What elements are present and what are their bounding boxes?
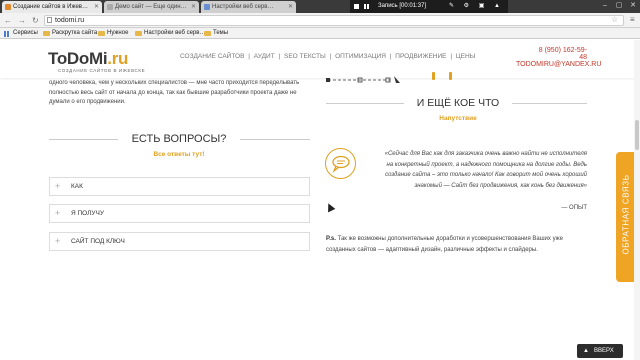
more-heading: И ЕЩЁ КОЕ ЧТО bbox=[416, 97, 500, 109]
folder-icon bbox=[98, 31, 105, 36]
recording-label: Запись [00:01:37] bbox=[378, 3, 427, 9]
scrollbar[interactable] bbox=[634, 40, 640, 360]
menu-icon[interactable]: ≡ bbox=[630, 15, 635, 24]
maximize-icon[interactable]: ▢ bbox=[612, 0, 626, 12]
quote-author: — ОПЫТ bbox=[561, 205, 587, 211]
divider bbox=[326, 103, 404, 104]
bookmark-label: Сервисы bbox=[13, 30, 38, 36]
logo-main: ToDoMi bbox=[48, 49, 108, 68]
bookmark-label: Темы bbox=[213, 30, 229, 36]
site-favicon-icon bbox=[5, 4, 11, 10]
close-tab-icon[interactable]: ✕ bbox=[94, 1, 99, 13]
nav-item-audit[interactable]: АУДИТ bbox=[254, 53, 275, 60]
mouse-cursor-icon bbox=[324, 201, 336, 213]
nav-separator: | bbox=[387, 53, 394, 60]
close-tab-icon[interactable]: ✕ bbox=[191, 1, 196, 13]
nav-item-optimization[interactable]: ОПТИМИЗАЦИЯ bbox=[335, 53, 386, 60]
tab-settings[interactable]: Настройки веб серв… ✕ bbox=[201, 1, 296, 13]
decor-bar-icon bbox=[432, 72, 435, 80]
accordion-label: Я ПОЛУЧУ bbox=[71, 210, 105, 217]
ps-text: Так же возможны дополнительные доработки… bbox=[326, 236, 563, 253]
nav-separator: | bbox=[276, 53, 282, 60]
plus-icon: + bbox=[55, 181, 61, 191]
contact-phone[interactable]: 8 (950) 162-59-48 bbox=[532, 47, 587, 61]
bookmark-star-icon[interactable]: ☆ bbox=[611, 15, 618, 24]
ps-note: P.s. Так же возможны дополнительные дора… bbox=[326, 234, 587, 255]
recording-bar: Запись [00:01:37] ✎ ⚙ ▣ ▲ bbox=[350, 0, 508, 13]
arrow-up-icon: ▲ bbox=[583, 348, 589, 354]
bookmark-promotion[interactable]: Раскрутка сайта bbox=[43, 28, 97, 39]
minimize-icon[interactable]: – bbox=[598, 0, 612, 12]
divider bbox=[240, 139, 310, 140]
scroll-top-label: ВВЕРХ bbox=[594, 348, 614, 354]
tab-label: Создание сайтов в Ижев… bbox=[13, 4, 88, 10]
bookmark-server-settings[interactable]: Настройки веб серв… bbox=[135, 28, 205, 39]
forward-icon[interactable]: → bbox=[18, 15, 26, 26]
chat-bubble-icon bbox=[325, 148, 356, 179]
nav-item-promotion[interactable]: ПРОДВИЖЕНИЕ bbox=[395, 53, 446, 60]
tab-demo[interactable]: Демо сайт — Еще один… ✕ bbox=[104, 1, 199, 13]
bookmark-label: Нужное bbox=[107, 30, 129, 36]
nav-separator: | bbox=[246, 53, 252, 60]
tab-label: Демо сайт — Еще один… bbox=[115, 4, 187, 10]
page-icon bbox=[47, 17, 52, 23]
plus-icon: + bbox=[55, 236, 61, 246]
logo-accent: .ru bbox=[107, 49, 129, 68]
tab-active[interactable]: Создание сайтов в Ижев… ✕ bbox=[2, 1, 102, 13]
back-icon[interactable]: ← bbox=[4, 15, 12, 26]
nav-item-site-creation[interactable]: СОЗДАНИЕ САЙТОВ bbox=[180, 53, 244, 60]
bookmark-label: Настройки веб серв… bbox=[144, 30, 206, 36]
folder-icon bbox=[204, 31, 211, 36]
accordion-label: САЙТ ПОД КЛЮЧ bbox=[71, 238, 125, 245]
ps-label: P.s. bbox=[326, 236, 336, 242]
browser-tab-bar: Создание сайтов в Ижев… ✕ Демо сайт — Ещ… bbox=[0, 0, 640, 13]
site-favicon-icon bbox=[107, 4, 113, 10]
accordion-item-receive[interactable]: + Я ПОЛУЧУ bbox=[49, 204, 310, 223]
close-window-icon[interactable]: ✕ bbox=[626, 0, 640, 12]
close-tab-icon[interactable]: ✕ bbox=[288, 1, 293, 13]
apps-icon bbox=[4, 31, 10, 37]
testimonial-quote: «Сейчас для Вас как для заказчика очень … bbox=[384, 151, 587, 189]
decor-bar-icon bbox=[449, 72, 452, 80]
scrollbar-thumb[interactable] bbox=[635, 120, 639, 150]
plus-icon: + bbox=[55, 208, 61, 218]
process-diagram-icon bbox=[326, 76, 400, 83]
url-input[interactable]: todomi.ru bbox=[44, 15, 624, 26]
faq-subheading: Все ответы тут! bbox=[153, 151, 205, 158]
pause-icon[interactable] bbox=[364, 4, 369, 9]
stop-icon[interactable] bbox=[354, 4, 359, 9]
bookmark-services[interactable]: Сервисы bbox=[4, 28, 38, 39]
accordion-item-how[interactable]: + КАК bbox=[49, 177, 310, 196]
divider bbox=[512, 103, 587, 104]
folder-icon bbox=[43, 31, 50, 36]
url-text: todomi.ru bbox=[55, 17, 85, 24]
contact-email[interactable]: TODOMIRU@YANDEX.RU bbox=[516, 61, 601, 68]
intro-paragraph: одного человека, чем у нескольких специа… bbox=[49, 80, 300, 105]
nav-separator: | bbox=[448, 53, 454, 60]
accordion-item-turnkey[interactable]: + САЙТ ПОД КЛЮЧ bbox=[49, 232, 310, 251]
nav-item-seo-texts[interactable]: SEO ТЕКСТЫ bbox=[284, 53, 326, 60]
site-favicon-icon bbox=[204, 4, 210, 10]
main-nav: СОЗДАНИЕ САЙТОВ | АУДИТ | SEO ТЕКСТЫ | О… bbox=[180, 53, 477, 60]
logo-tagline: СОЗДАНИЕ САЙТОВ В ИЖЕВСКЕ bbox=[58, 68, 146, 73]
reload-icon[interactable]: ↻ bbox=[32, 15, 39, 26]
bookmark-needed[interactable]: Нужное bbox=[98, 28, 128, 39]
bookmark-label: Раскрутка сайта bbox=[52, 30, 98, 36]
faq-heading: ЕСТЬ ВОПРОСЫ? bbox=[131, 133, 227, 145]
feedback-tab[interactable]: ОБРАТНАЯ СВЯЗЬ bbox=[616, 152, 636, 282]
logo[interactable]: ToDoMi.ru bbox=[48, 49, 128, 69]
divider bbox=[49, 139, 118, 140]
bookmark-themes[interactable]: Темы bbox=[204, 28, 228, 39]
feedback-label: ОБРАТНАЯ СВЯЗЬ bbox=[621, 174, 631, 255]
tab-label: Настройки веб серв… bbox=[212, 4, 274, 10]
nav-item-prices[interactable]: ЦЕНЫ bbox=[456, 53, 476, 60]
bookmarks-bar: Сервисы Раскрутка сайта Нужное Настройки… bbox=[0, 28, 640, 39]
folder-icon bbox=[135, 31, 142, 36]
recording-tools-icon[interactable]: ✎ ⚙ ▣ ▲ bbox=[449, 0, 504, 13]
scroll-top-button[interactable]: ▲ ВВЕРХ bbox=[577, 344, 623, 358]
accordion-label: КАК bbox=[71, 183, 83, 190]
nav-separator: | bbox=[327, 53, 334, 60]
more-subheading: Напутствие bbox=[439, 115, 477, 122]
